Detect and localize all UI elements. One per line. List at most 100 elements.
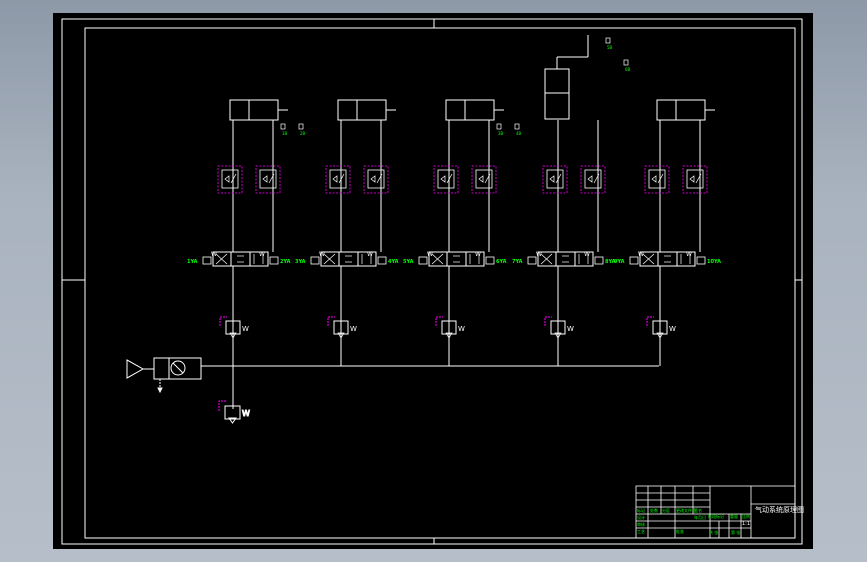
spring-right-mark: W xyxy=(259,251,265,258)
sheet-number: 第 张 xyxy=(731,529,740,535)
circuit-4: 5B6BW W7YA 8YAW xyxy=(512,35,631,366)
flow-control-valve-2 xyxy=(471,165,497,194)
flow-control-valve-1 xyxy=(542,165,568,194)
svg-text:W: W xyxy=(242,409,250,418)
pressure-regulator: W xyxy=(435,316,465,339)
solenoid-right-icon xyxy=(696,256,706,265)
sensor-label: 5B xyxy=(607,45,613,50)
valve-left-label: 3YA xyxy=(295,259,306,265)
valve-left-label: 9YA xyxy=(614,259,625,265)
throttle-valve-icon xyxy=(686,169,704,189)
spring-left-mark: W xyxy=(427,251,433,258)
row-label-approve: 批准 xyxy=(676,528,684,534)
flow-control-valve-2 xyxy=(255,165,281,194)
row-label-design: 设计 xyxy=(637,514,645,520)
spring-right-mark: W xyxy=(367,251,373,258)
valve-right-label: 10YA xyxy=(707,259,721,265)
directional-valve: W W 1YA 2YA xyxy=(187,251,291,267)
valve-left-label: 5YA xyxy=(403,259,414,265)
valve-right-label: 6YA xyxy=(496,259,507,265)
stage-label: 阶段标记 xyxy=(708,513,724,519)
flow-control-valve-1 xyxy=(217,165,243,194)
throttle-valve-icon xyxy=(221,169,239,189)
throttle-valve-icon xyxy=(367,169,385,189)
reed-switch-icon xyxy=(605,37,611,44)
check-valve-icon xyxy=(332,175,338,183)
regulator-spring-mark: W xyxy=(242,325,249,333)
check-valve-icon xyxy=(689,175,695,183)
sensor-label: 6B xyxy=(625,67,631,72)
cylinder-vertical xyxy=(544,68,570,120)
pressure-regulator: W xyxy=(327,316,357,339)
row-label-mark: 标记 xyxy=(637,507,645,513)
solenoid-right-icon xyxy=(485,256,495,265)
reed-switch-icon xyxy=(514,123,520,130)
solenoid-right-icon xyxy=(377,256,387,265)
sensor-label: 1B xyxy=(282,131,288,136)
ratio-label: 比例 xyxy=(742,513,750,519)
outer-border xyxy=(61,18,803,545)
row-label-date: 年月日 xyxy=(694,514,706,520)
reed-switch-icon xyxy=(496,123,502,130)
directional-valve: W W7YA 8YA xyxy=(512,251,616,267)
pressure-regulator: W xyxy=(646,316,676,339)
spring-right-mark: W xyxy=(584,251,590,258)
row-label-change: 更改文件号 xyxy=(676,507,696,513)
air-source-triangle-icon xyxy=(126,359,145,379)
flow-control-valve-1 xyxy=(325,165,351,194)
weight-label: 重量 xyxy=(730,513,738,519)
spring-right-mark: W xyxy=(475,251,481,258)
cylinder xyxy=(337,99,387,121)
drawing-frame xyxy=(61,18,803,545)
inner-border xyxy=(84,27,796,539)
sensor-label: 3B xyxy=(498,131,504,136)
sensor-label: 4B xyxy=(516,131,522,136)
flow-control-valve-2 xyxy=(580,165,606,194)
circuit-3: 3B 4B W W 5YA 6YA W xyxy=(403,99,522,366)
row-label-count: 处数 xyxy=(650,507,658,513)
valve-right-label: 2YA xyxy=(280,259,291,265)
regulator-spring-mark: W xyxy=(669,325,676,333)
check-valve-icon xyxy=(478,175,484,183)
regulator-spring-mark: W xyxy=(458,325,465,333)
valve-left-label: 1YA xyxy=(187,259,198,265)
solenoid-left-icon xyxy=(629,256,639,265)
check-valve-icon xyxy=(651,175,657,183)
throttle-valve-icon xyxy=(475,169,493,189)
reed-switch-icon xyxy=(298,123,304,130)
solenoid-left-icon xyxy=(310,256,320,265)
circuit-5: W W 9YA 10YA W xyxy=(614,99,721,366)
title-block-text: 气动系统原理图 1:1 标记 处数 分区 更改文件号 签名 年月日 设计 审核 … xyxy=(637,505,804,535)
check-valve-icon xyxy=(370,175,376,183)
check-valve-icon xyxy=(440,175,446,183)
spring-left-mark: W xyxy=(211,251,217,258)
cad-viewport: W 1B 2B W W 1YA 2YA W W W 3YA 4YA W 3B 4B W W 5YA 6YA W 5B 6… xyxy=(53,13,813,549)
valve-left-label: 7YA xyxy=(512,259,523,265)
cylinder xyxy=(656,99,706,121)
pressure-regulator: W xyxy=(219,316,249,339)
throttle-valve-icon xyxy=(584,169,602,189)
sensor-6B: 6B xyxy=(623,59,631,72)
spring-right-mark: W xyxy=(686,251,692,258)
row-label-sign: 签名 xyxy=(694,507,702,513)
solenoid-left-icon xyxy=(202,256,212,265)
spring-left-mark: W xyxy=(638,251,644,258)
actuator-circuits: 1B 2B W W 1YA 2YA W W W 3YA 4YA W 3B 4B W W 5YA 6YA W 5B 6B W… xyxy=(187,35,721,366)
check-valve-icon xyxy=(224,175,230,183)
check-valve-icon xyxy=(262,175,268,183)
pressure-regulator: W xyxy=(544,316,574,339)
solenoid-right-icon xyxy=(269,256,279,265)
spring-left-mark: W xyxy=(319,251,325,258)
regulator-spring-mark: W xyxy=(567,325,574,333)
pneumatic-schematic: W 1B 2B W W 1YA 2YA W W W 3YA 4YA W 3B 4B W W 5YA 6YA W 5B 6… xyxy=(61,18,804,545)
sensor-2B: 2B xyxy=(298,123,306,136)
solenoid-left-icon xyxy=(418,256,428,265)
flow-control-valve-2 xyxy=(682,165,708,194)
throttle-valve-icon xyxy=(329,169,347,189)
directional-valve: W W 5YA 6YA xyxy=(403,251,507,267)
spring-left-mark: W xyxy=(536,251,542,258)
sensor-4B: 4B xyxy=(514,123,522,136)
throttle-valve-icon xyxy=(437,169,455,189)
reed-switch-icon xyxy=(280,123,286,130)
reed-switch-icon xyxy=(623,59,629,66)
